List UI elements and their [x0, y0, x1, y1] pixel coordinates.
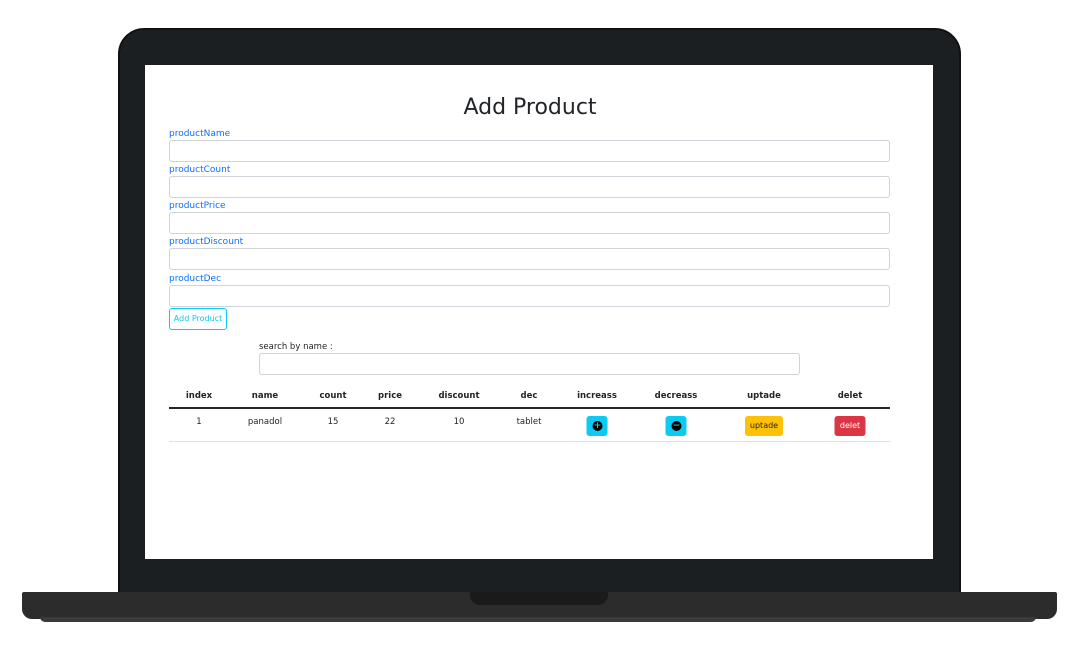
cell-discount: 10: [453, 417, 465, 427]
header-decrease: decreass: [654, 391, 698, 401]
product-count-input[interactable]: [169, 176, 890, 198]
header-increase: increass: [577, 391, 617, 401]
increase-button[interactable]: +: [586, 416, 608, 436]
product-dec-input[interactable]: [169, 285, 890, 307]
table-row: 1 panadol 15 22 10 tablet + − uptade del…: [169, 409, 890, 442]
laptop-notch: [470, 592, 608, 605]
search-label: search by name :: [259, 342, 333, 352]
product-dec-label: productDec: [169, 274, 222, 284]
header-update: uptade: [747, 391, 781, 401]
product-price-input[interactable]: [169, 212, 890, 234]
delete-button[interactable]: delet: [834, 416, 866, 436]
update-button[interactable]: uptade: [745, 416, 783, 436]
search-input[interactable]: [259, 353, 800, 375]
add-product-button[interactable]: Add Product: [169, 308, 227, 330]
plus-circle-icon: +: [592, 421, 603, 431]
header-price: price: [378, 391, 402, 401]
header-discount: discount: [438, 391, 480, 401]
product-count-label: productCount: [169, 165, 231, 175]
header-count: count: [319, 391, 347, 401]
product-name-label: productName: [169, 129, 231, 139]
header-dec: dec: [520, 391, 538, 401]
browser-screen: Add Product productName productCount pro…: [145, 65, 933, 559]
product-discount-input[interactable]: [169, 248, 890, 270]
laptop-base-shadow: [40, 617, 1036, 622]
product-price-label: productPrice: [169, 201, 226, 211]
cell-name: panadol: [247, 417, 283, 427]
cell-price: 22: [384, 417, 396, 427]
cell-dec: tablet: [516, 417, 542, 427]
cell-count: 15: [327, 417, 339, 427]
page-title: Add Product: [463, 95, 597, 120]
header-index: index: [185, 391, 213, 401]
decrease-button[interactable]: −: [665, 416, 687, 436]
minus-circle-icon: −: [671, 421, 682, 431]
header-delete: delet: [837, 391, 863, 401]
product-name-input[interactable]: [169, 140, 890, 162]
header-name: name: [251, 391, 279, 401]
cell-index: 1: [196, 417, 202, 427]
product-discount-label: productDiscount: [169, 237, 244, 247]
table-header: index name count price discount dec incr…: [169, 385, 890, 409]
